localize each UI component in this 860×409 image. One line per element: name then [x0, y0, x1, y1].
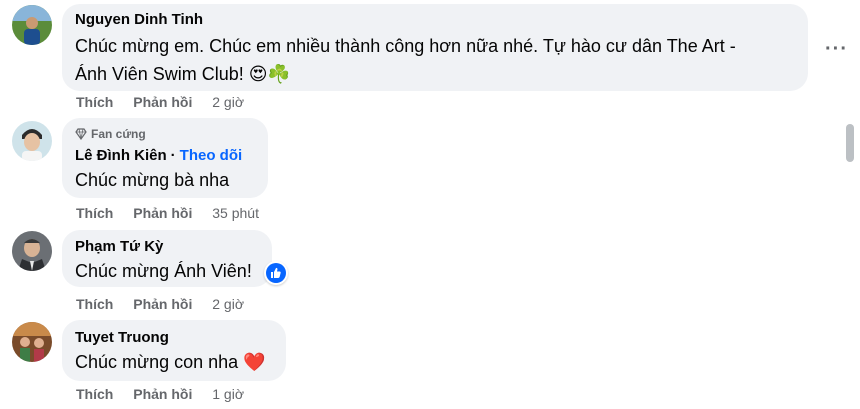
comment-bubble: Phạm Tứ Kỳ Chúc mừng Ánh Viên! [62, 230, 272, 287]
comment-author-line: Lê Đình Kiên · Theo dõi [75, 146, 255, 166]
comment-actions: Thích Phản hồi 1 giờ [76, 385, 260, 403]
comment-bubble: Tuyet Truong Chúc mừng con nha ❤️ [62, 320, 286, 381]
like-button[interactable]: Thích [76, 94, 113, 110]
avatar[interactable] [12, 231, 52, 271]
like-icon[interactable] [264, 261, 288, 285]
reply-button[interactable]: Phản hồi [133, 205, 192, 221]
diamond-icon [75, 128, 87, 140]
comment-bubble: Nguyen Dinh Tinh Chúc mừng em. Chúc em n… [62, 4, 808, 91]
comment-text: Chúc mừng Ánh Viên! [75, 261, 252, 281]
comment-text: Chúc mừng con nha ❤️ [75, 352, 266, 372]
scrollbar[interactable] [846, 124, 854, 162]
comment-actions: Thích Phản hồi 35 phút [76, 204, 275, 222]
separator: · [170, 147, 176, 164]
like-button[interactable]: Thích [76, 296, 113, 312]
comment-author[interactable]: Phạm Tứ Kỳ [75, 237, 259, 257]
comment-actions: Thích Phản hồi 2 giờ [76, 295, 260, 313]
avatar[interactable] [12, 121, 52, 161]
avatar[interactable] [12, 322, 52, 362]
like-button[interactable]: Thích [76, 205, 113, 221]
comment-author[interactable]: Nguyen Dinh Tinh [75, 10, 795, 30]
comment-text: Chúc mừng bà nha [75, 170, 230, 190]
comment-actions: Thích Phản hồi 2 giờ [76, 93, 260, 111]
more-options-icon[interactable]: ··· [825, 38, 848, 61]
top-fan-badge: Fan cứng [75, 126, 255, 142]
like-button[interactable]: Thích [76, 386, 113, 402]
avatar[interactable] [12, 5, 52, 45]
follow-button[interactable]: Theo dõi [180, 147, 243, 164]
timestamp[interactable]: 2 giờ [212, 296, 244, 312]
comment-text: Chúc mừng em. Chúc em nhiều thành công h… [75, 36, 736, 56]
comment-text: Ánh Viên Swim Club! 😍☘️ [75, 64, 290, 84]
comment-author[interactable]: Lê Đình Kiên [75, 147, 167, 164]
badge-label: Fan cứng [91, 127, 146, 141]
comment-bubble: Fan cứng Lê Đình Kiên · Theo dõi Chúc mừng… [62, 118, 268, 198]
timestamp[interactable]: 2 giờ [212, 94, 244, 110]
reply-button[interactable]: Phản hồi [133, 386, 192, 402]
timestamp[interactable]: 35 phút [212, 205, 259, 221]
comment-author[interactable]: Tuyet Truong [75, 328, 273, 348]
timestamp[interactable]: 1 giờ [212, 386, 244, 402]
reply-button[interactable]: Phản hồi [133, 296, 192, 312]
reply-button[interactable]: Phản hồi [133, 94, 192, 110]
